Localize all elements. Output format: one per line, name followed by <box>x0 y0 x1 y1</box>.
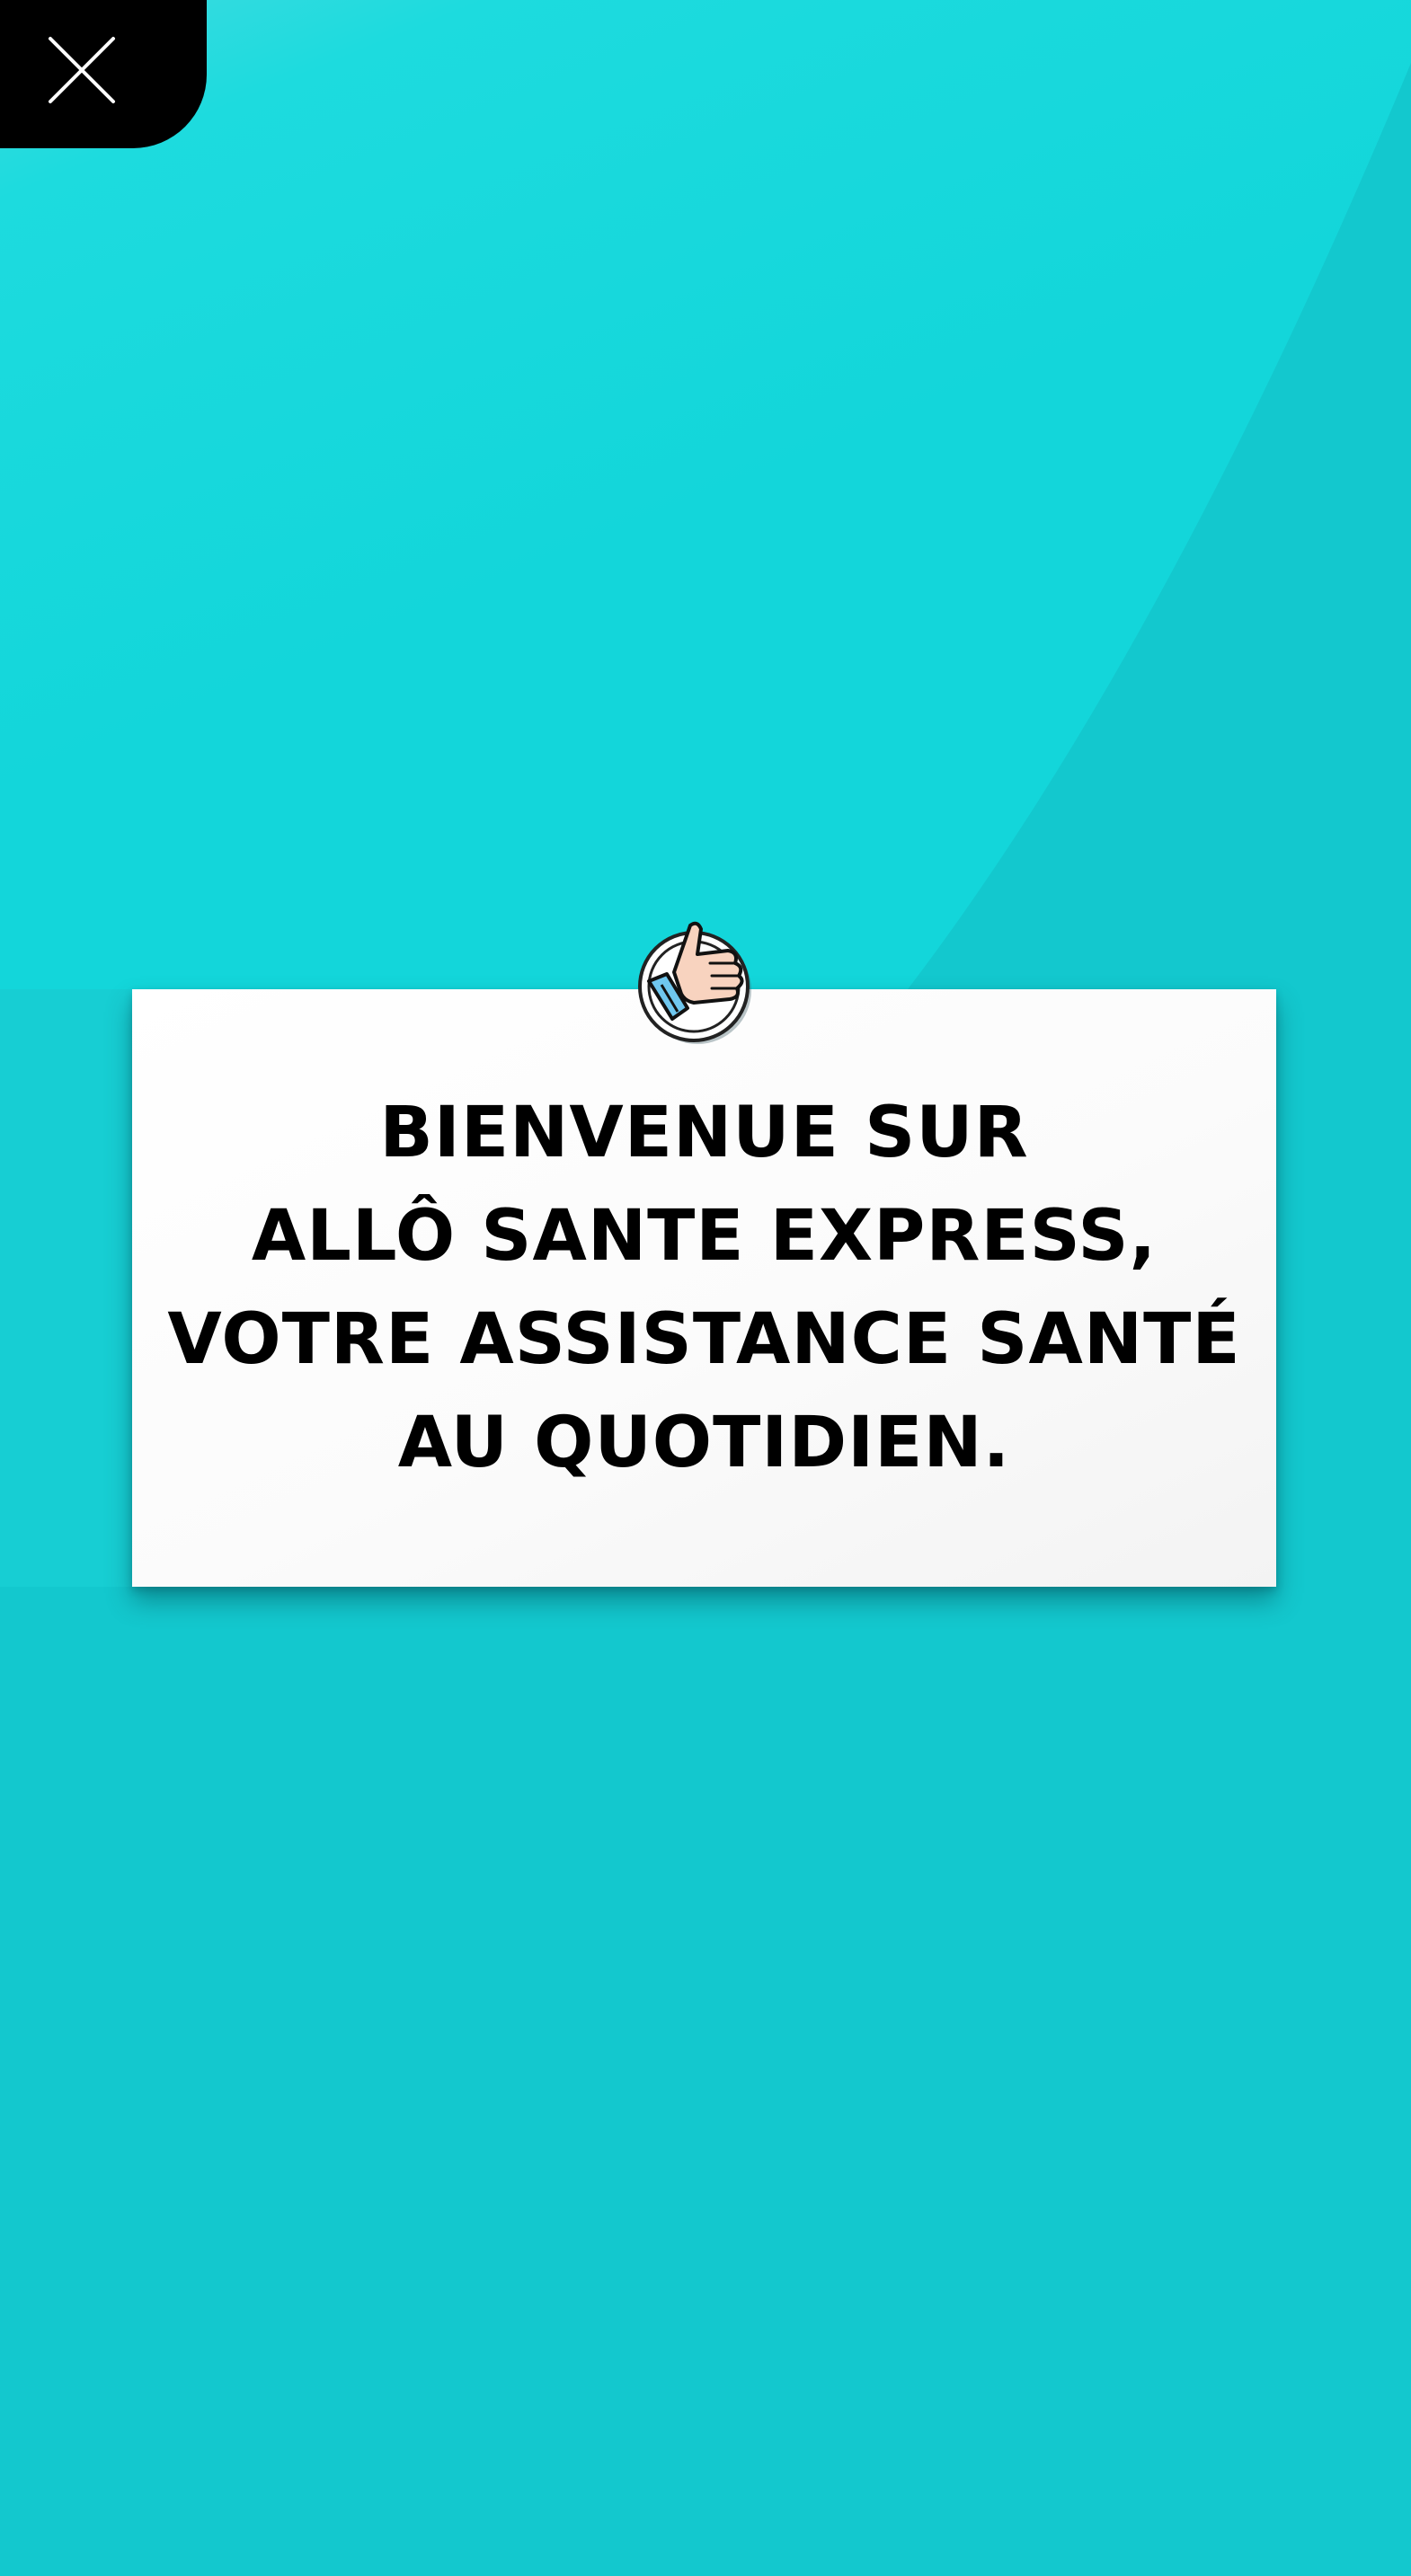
welcome-line-4: AU QUOTIDIEN. <box>397 1403 1011 1483</box>
welcome-line-1: BIENVENUE SUR <box>379 1093 1029 1173</box>
welcome-message: BIENVENUE SUR ALLÔ SANTE EXPRESS, VOTRE … <box>132 1082 1276 1495</box>
welcome-card: BIENVENUE SUR ALLÔ SANTE EXPRESS, VOTRE … <box>132 989 1276 1587</box>
welcome-line-2: ALLÔ SANTE EXPRESS, <box>251 1196 1158 1277</box>
close-button[interactable] <box>0 0 207 148</box>
welcome-line-3: VOTRE ASSISTANCE SANTÉ <box>167 1299 1241 1380</box>
close-icon <box>49 37 115 103</box>
thumbs-up-icon <box>638 921 751 1044</box>
